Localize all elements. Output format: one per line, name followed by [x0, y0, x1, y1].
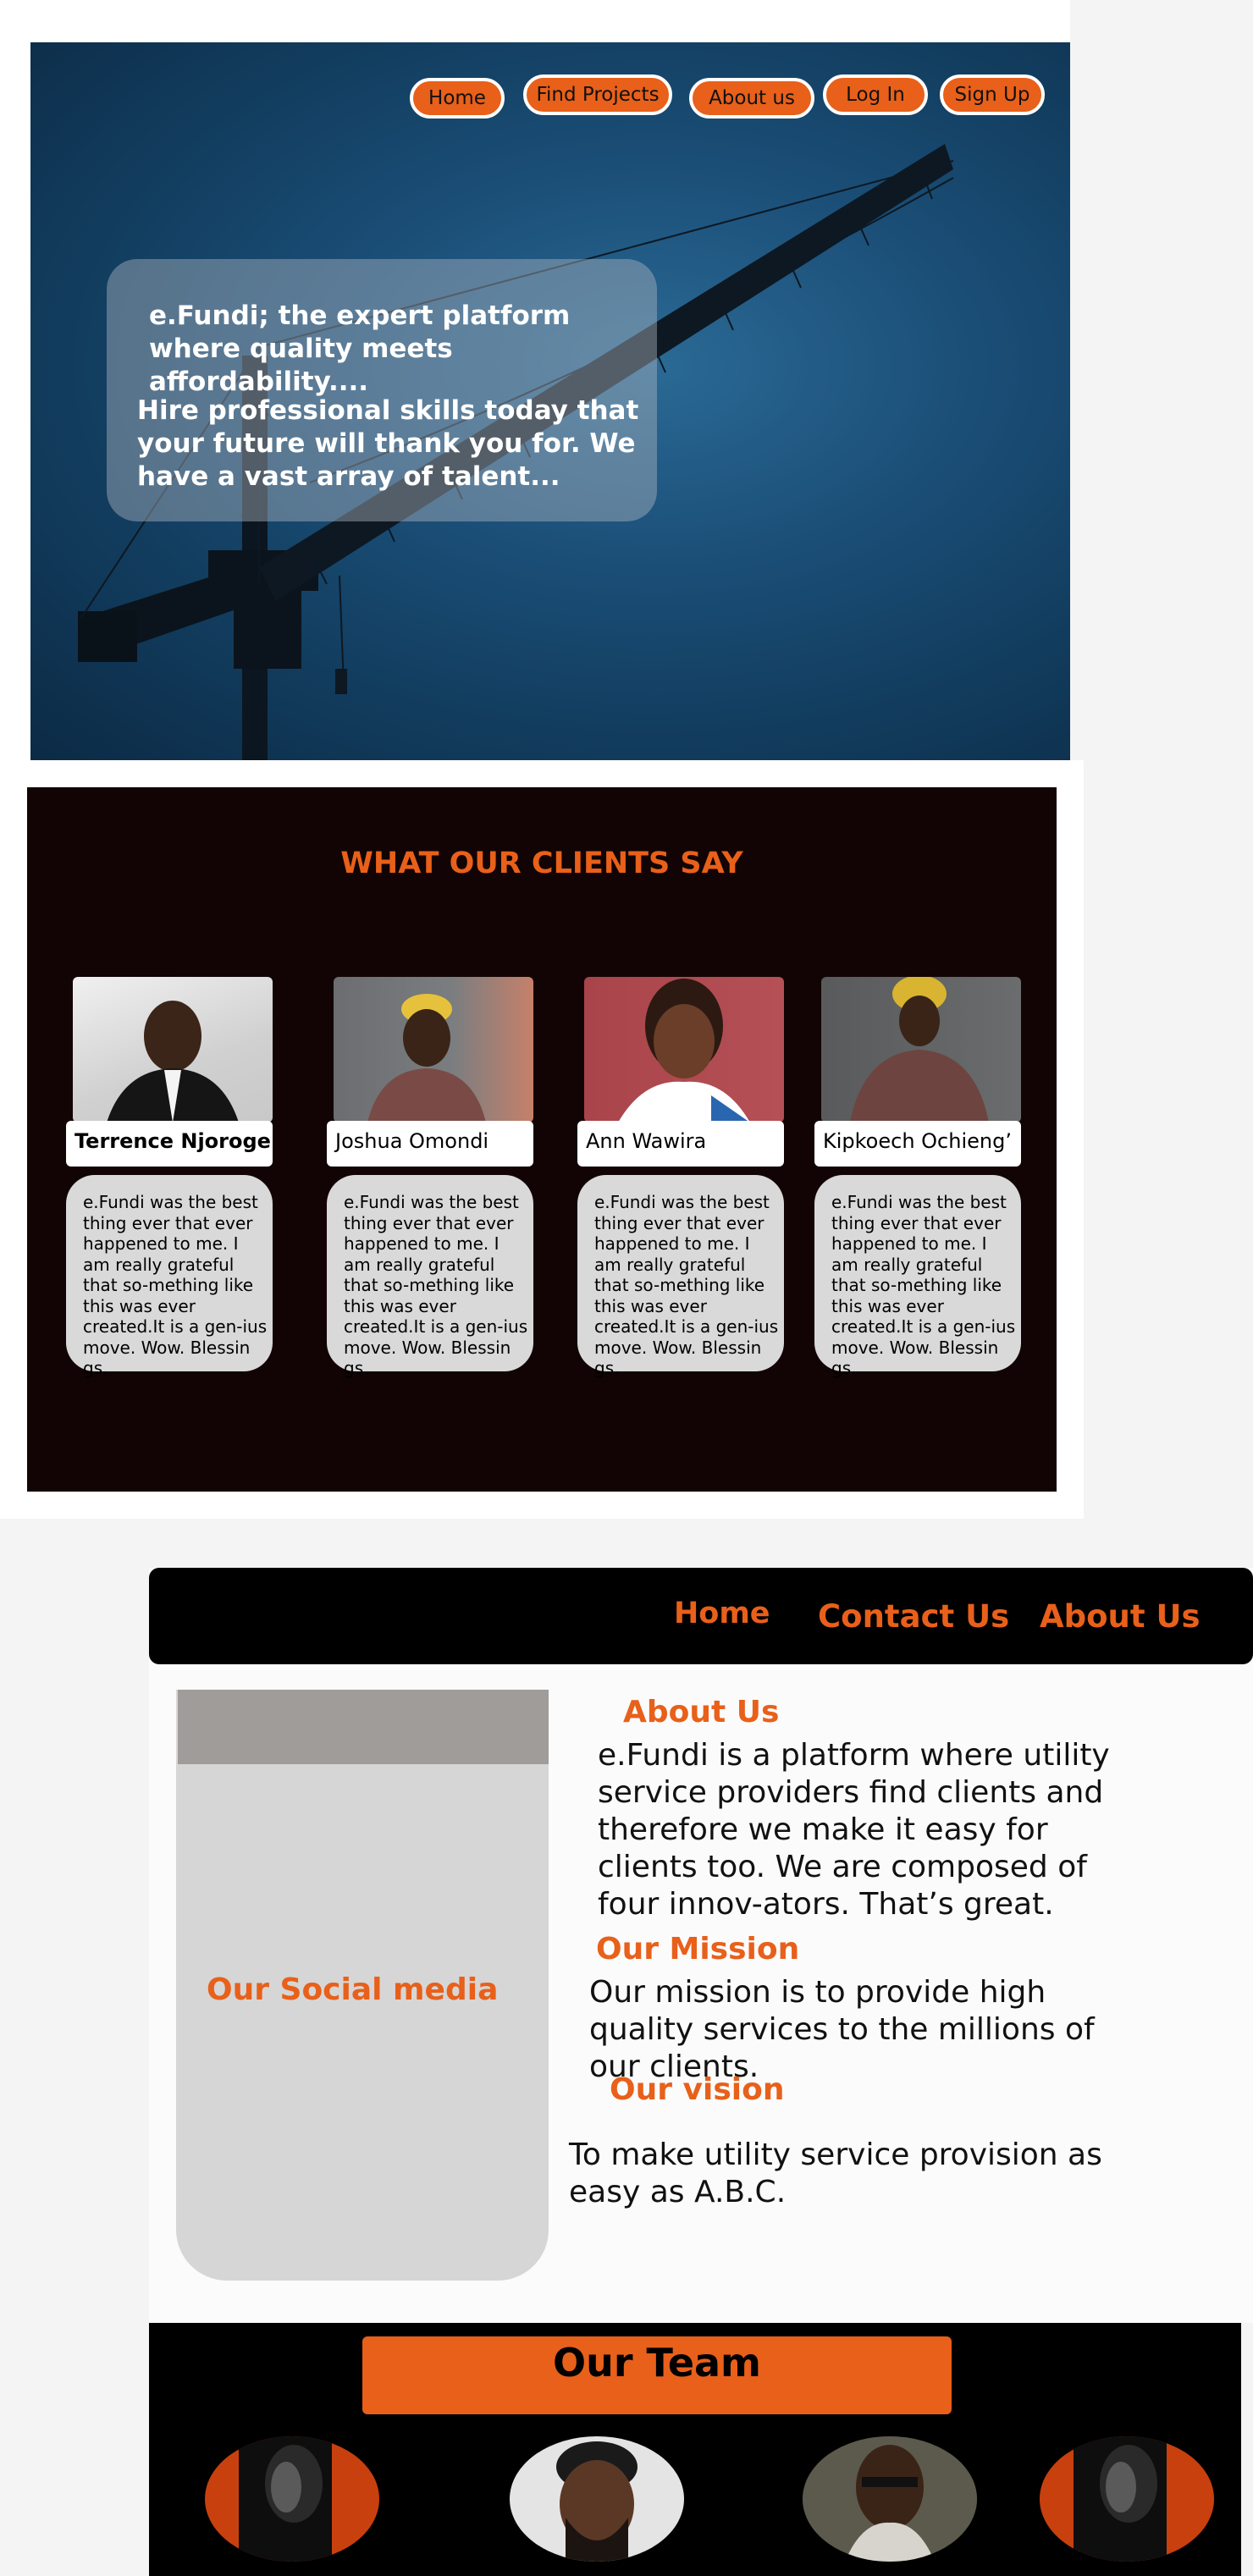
nav-log-in-button[interactable]: Log In [823, 74, 928, 115]
client-name-3: Ann Wawira [577, 1121, 784, 1167]
team-member-photo-3 [803, 2436, 977, 2562]
client-name-4: Kipkoech Ochieng’ [814, 1121, 1021, 1167]
client-name-1: Terrence Njoroge [66, 1121, 273, 1167]
vision-heading: Our vision [610, 2072, 785, 2107]
about-nav-home[interactable]: Home [674, 1597, 770, 1630]
nav-find-projects-button[interactable]: Find Projects [523, 74, 672, 115]
client-quote-2: e.Fundi was the best thing ever that eve… [327, 1175, 533, 1378]
client-photo-1 [73, 977, 273, 1123]
team-title-bar: Our Team [362, 2336, 952, 2414]
nav-sign-up-button[interactable]: Sign Up [940, 74, 1045, 115]
hero-headline: e.Fundi; the expert platform where quali… [149, 301, 571, 397]
hero-tagline-card: e.Fundi; the expert platform where quali… [107, 259, 657, 521]
client-quote-1: e.Fundi was the best thing ever that eve… [66, 1175, 273, 1378]
about-navbar: Home Contact Us About Us [149, 1568, 1253, 1664]
about-us-text: e.Fundi is a platform where utility serv… [598, 1738, 1110, 1922]
vision-text: To make utility service provision as eas… [569, 2137, 1102, 2209]
testimonials-section: WHAT OUR CLIENTS SAY Terrence Njoroge e.… [27, 787, 1057, 1492]
hero-subline: Hire professional skills today that your… [137, 395, 639, 492]
mission-text: Our mission is to provide high quality s… [589, 1975, 1095, 2084]
mission-heading: Our Mission [596, 1932, 800, 1966]
client-photo-4 [821, 977, 1021, 1123]
nav-home-button[interactable]: Home [410, 78, 505, 119]
hero-banner: Home Find Projects About us Log In Sign … [30, 42, 1070, 760]
about-us-heading: About Us [623, 1695, 780, 1729]
client-photo-2 [334, 977, 533, 1123]
team-member-photo-2 [510, 2436, 684, 2562]
team-section: Our Team [149, 2323, 1241, 2576]
nav-about-us-button[interactable]: About us [689, 78, 814, 119]
team-member-photo-4 [1040, 2436, 1214, 2562]
social-media-label: Our Social media [207, 1972, 499, 2007]
testimonials-title: WHAT OUR CLIENTS SAY [340, 847, 743, 880]
client-name-2: Joshua Omondi [327, 1121, 533, 1167]
client-photo-3 [584, 977, 784, 1123]
about-nav-about-us[interactable]: About Us [1040, 1598, 1201, 1635]
client-quote-3: e.Fundi was the best thing ever that eve… [577, 1175, 784, 1378]
about-nav-contact-us[interactable]: Contact Us [818, 1598, 1009, 1635]
team-member-photo-1 [205, 2436, 379, 2562]
team-title: Our Team [553, 2340, 761, 2386]
social-media-card-header [178, 1690, 549, 1764]
client-quote-4: e.Fundi was the best thing ever that eve… [814, 1175, 1021, 1378]
social-media-card: Our Social media [176, 1690, 549, 2281]
